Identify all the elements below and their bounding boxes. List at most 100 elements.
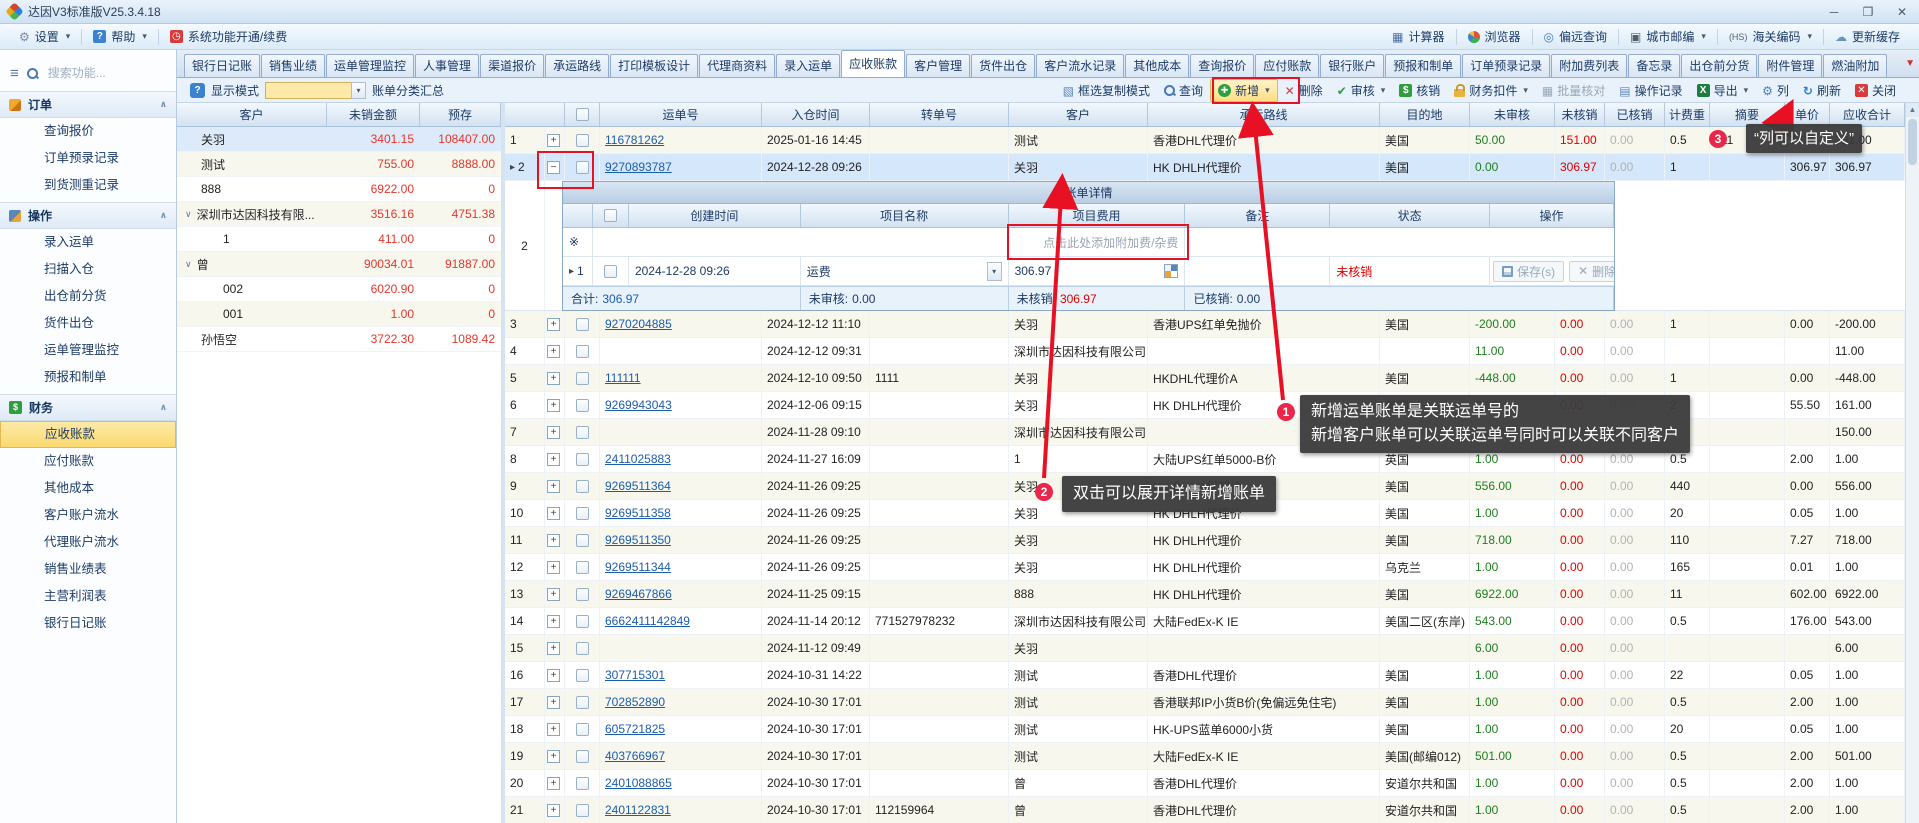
close-button[interactable]: ✕关闭 bbox=[1848, 79, 1903, 102]
menu-customs-code[interactable]: (HS)海关编码▾ bbox=[1720, 26, 1821, 48]
row-checkbox[interactable] bbox=[576, 507, 589, 520]
tab-17[interactable]: 银行账户 bbox=[1320, 54, 1384, 77]
grid-header-time[interactable]: 入仓时间 bbox=[762, 103, 870, 126]
row-checkbox[interactable] bbox=[576, 426, 589, 439]
waybill-link[interactable]: 111111 bbox=[605, 371, 641, 385]
customer-row[interactable]: 测试755.008888.00 bbox=[177, 152, 501, 177]
customer-row[interactable]: ∨曾90034.0191887.00 bbox=[177, 252, 501, 277]
menu-remote-query[interactable]: ◎偏远查询 bbox=[1535, 26, 1617, 48]
sidebar-section-1[interactable]: 订单∧ bbox=[0, 91, 176, 118]
menu-city-postcode[interactable]: ▣城市邮编▾ bbox=[1621, 26, 1715, 48]
row-checkbox[interactable] bbox=[576, 615, 589, 628]
add-button[interactable]: ✚新增▾ bbox=[1210, 79, 1278, 102]
waybill-link[interactable]: 9270893787 bbox=[605, 160, 672, 174]
sidebar-item-1-1[interactable]: 查询报价 bbox=[0, 118, 176, 145]
finance-deduct-button[interactable]: 财务扣件▾ bbox=[1447, 79, 1535, 102]
waybill-row[interactable]: 7+2024-11-28 09:10深圳市达因科技有限公司150.000.000… bbox=[505, 419, 1905, 446]
grid-header-dest[interactable]: 目的地 bbox=[1380, 103, 1470, 126]
waybill-link[interactable]: 605721825 bbox=[605, 722, 665, 736]
waybill-row[interactable]: 17+7028528902024-10-30 17:01测试香港联邦IP小货B价… bbox=[505, 689, 1905, 716]
tab-16[interactable]: 应付账款 bbox=[1255, 54, 1319, 77]
row-checkbox[interactable] bbox=[576, 372, 589, 385]
fee-calculator-icon[interactable] bbox=[1164, 264, 1178, 278]
waybill-link[interactable]: 9269511358 bbox=[605, 506, 671, 520]
op-log-button[interactable]: ▤操作记录 bbox=[1612, 79, 1689, 102]
waybill-link[interactable]: 6662411142849 bbox=[605, 614, 690, 628]
customer-row[interactable]: 8886922.000 bbox=[177, 177, 501, 202]
waybill-link[interactable]: 9269943043 bbox=[605, 398, 672, 412]
customer-row[interactable]: 0011.000 bbox=[177, 302, 501, 327]
row-checkbox[interactable] bbox=[576, 399, 589, 412]
waybill-row[interactable]: 13+92694678662024-11-25 09:15888HK DHLH代… bbox=[505, 581, 1905, 608]
row-checkbox[interactable] bbox=[576, 750, 589, 763]
menu-renew[interactable]: ◷系统功能开通/续费 bbox=[161, 26, 296, 48]
waybill-row[interactable]: 3+92702048852024-12-12 11:10关羽香港UPS红单免抛价… bbox=[505, 311, 1905, 338]
row-checkbox[interactable] bbox=[576, 134, 589, 147]
delete-button[interactable]: ✕删除 bbox=[1278, 79, 1330, 102]
expand-row-icon[interactable]: + bbox=[547, 804, 560, 817]
row-checkbox[interactable] bbox=[576, 777, 589, 790]
delete-row-button[interactable]: ✕删除 bbox=[1569, 261, 1614, 282]
row-checkbox[interactable] bbox=[576, 161, 589, 174]
tab-7[interactable]: 打印模板设计 bbox=[610, 54, 698, 77]
display-mode-input[interactable] bbox=[265, 82, 351, 99]
entry-remark-cell[interactable] bbox=[1185, 257, 1330, 285]
tab-5[interactable]: 渠道报价 bbox=[480, 54, 544, 77]
expand-row-icon[interactable]: + bbox=[547, 134, 560, 147]
collapse-row-icon[interactable]: − bbox=[547, 161, 560, 174]
entry-checkbox[interactable] bbox=[604, 265, 617, 278]
waybill-row[interactable]: 21+24011228312024-10-30 17:01112159964曾香… bbox=[505, 797, 1905, 823]
menu-refresh-cache[interactable]: ☁更新缓存 bbox=[1826, 26, 1909, 48]
expand-row-icon[interactable]: + bbox=[547, 399, 560, 412]
close-window-button[interactable]: ✕ bbox=[1885, 1, 1919, 23]
tab-8[interactable]: 代理商资料 bbox=[699, 54, 775, 77]
expand-row-icon[interactable]: + bbox=[547, 534, 560, 547]
waybill-row[interactable]: 20+24010888652024-10-30 17:01曾香港DHL代理价安道… bbox=[505, 770, 1905, 797]
expand-row-icon[interactable]: + bbox=[547, 561, 560, 574]
detail-select-all-checkbox[interactable] bbox=[604, 209, 617, 222]
grid-header-weight[interactable]: 计费重 bbox=[1665, 103, 1710, 126]
customer-row[interactable]: 0026020.900 bbox=[177, 277, 501, 302]
grid-header-waybill[interactable]: 运单号 bbox=[600, 103, 762, 126]
waybill-row[interactable]: 8+24110258832024-11-27 16:091大陆UPS红单5000… bbox=[505, 446, 1905, 473]
sidebar-section-2[interactable]: 操作∧ bbox=[0, 202, 176, 229]
waybill-link[interactable]: 9270204885 bbox=[605, 317, 672, 331]
expand-row-icon[interactable]: + bbox=[547, 777, 560, 790]
save-button[interactable]: 保存(s) bbox=[1493, 261, 1564, 282]
expand-row-icon[interactable]: + bbox=[547, 318, 560, 331]
grid-header-written[interactable]: 已核销 bbox=[1605, 103, 1665, 126]
expand-row-icon[interactable]: + bbox=[547, 345, 560, 358]
writeoff-button[interactable]: $核销 bbox=[1392, 79, 1447, 102]
row-checkbox[interactable] bbox=[576, 534, 589, 547]
row-checkbox[interactable] bbox=[576, 642, 589, 655]
tab-13[interactable]: 客户流水记录 bbox=[1036, 54, 1124, 77]
grid-header-price[interactable]: 单价 bbox=[1785, 103, 1830, 126]
row-checkbox[interactable] bbox=[576, 453, 589, 466]
expand-row-icon[interactable]: + bbox=[547, 642, 560, 655]
expand-row-icon[interactable]: + bbox=[547, 480, 560, 493]
sidebar-item-3-5[interactable]: 代理账户流水 bbox=[0, 529, 176, 556]
grid-header-unaudited[interactable]: 未审核 bbox=[1470, 103, 1555, 126]
sidebar-item-2-2[interactable]: 扫描入仓 bbox=[0, 256, 176, 283]
grid-header-route[interactable]: 承运路线 bbox=[1148, 103, 1380, 126]
expand-row-icon[interactable]: + bbox=[547, 723, 560, 736]
grid-header-customer[interactable]: 客户 bbox=[1009, 103, 1148, 126]
sidebar-section-3[interactable]: $财务∧ bbox=[0, 394, 176, 421]
sidebar-item-3-3[interactable]: 其他成本 bbox=[0, 475, 176, 502]
sidebar-item-2-4[interactable]: 货件出仓 bbox=[0, 310, 176, 337]
sidebar-item-2-1[interactable]: 录入运单 bbox=[0, 229, 176, 256]
tab-18[interactable]: 预报和制单 bbox=[1385, 54, 1461, 77]
waybill-row[interactable]: 4+2024-12-12 09:31深圳市达因科技有限公司11.000.000.… bbox=[505, 338, 1905, 365]
grid-header-transfer[interactable]: 转单号 bbox=[870, 103, 1009, 126]
menu-calculator[interactable]: ▦计算器 bbox=[1383, 26, 1453, 48]
waybill-link[interactable]: 702852890 bbox=[605, 695, 665, 709]
row-checkbox[interactable] bbox=[576, 804, 589, 817]
columns-button[interactable]: ⚙列 bbox=[1755, 79, 1796, 102]
expand-row-icon[interactable]: + bbox=[547, 588, 560, 601]
waybill-link[interactable]: 2411025883 bbox=[605, 452, 671, 466]
tab-23[interactable]: 附件管理 bbox=[1758, 54, 1822, 77]
row-checkbox[interactable] bbox=[576, 723, 589, 736]
sidebar-item-3-7[interactable]: 主营利润表 bbox=[0, 583, 176, 610]
customer-row[interactable]: 1411.000 bbox=[177, 227, 501, 252]
tab-4[interactable]: 人事管理 bbox=[415, 54, 479, 77]
